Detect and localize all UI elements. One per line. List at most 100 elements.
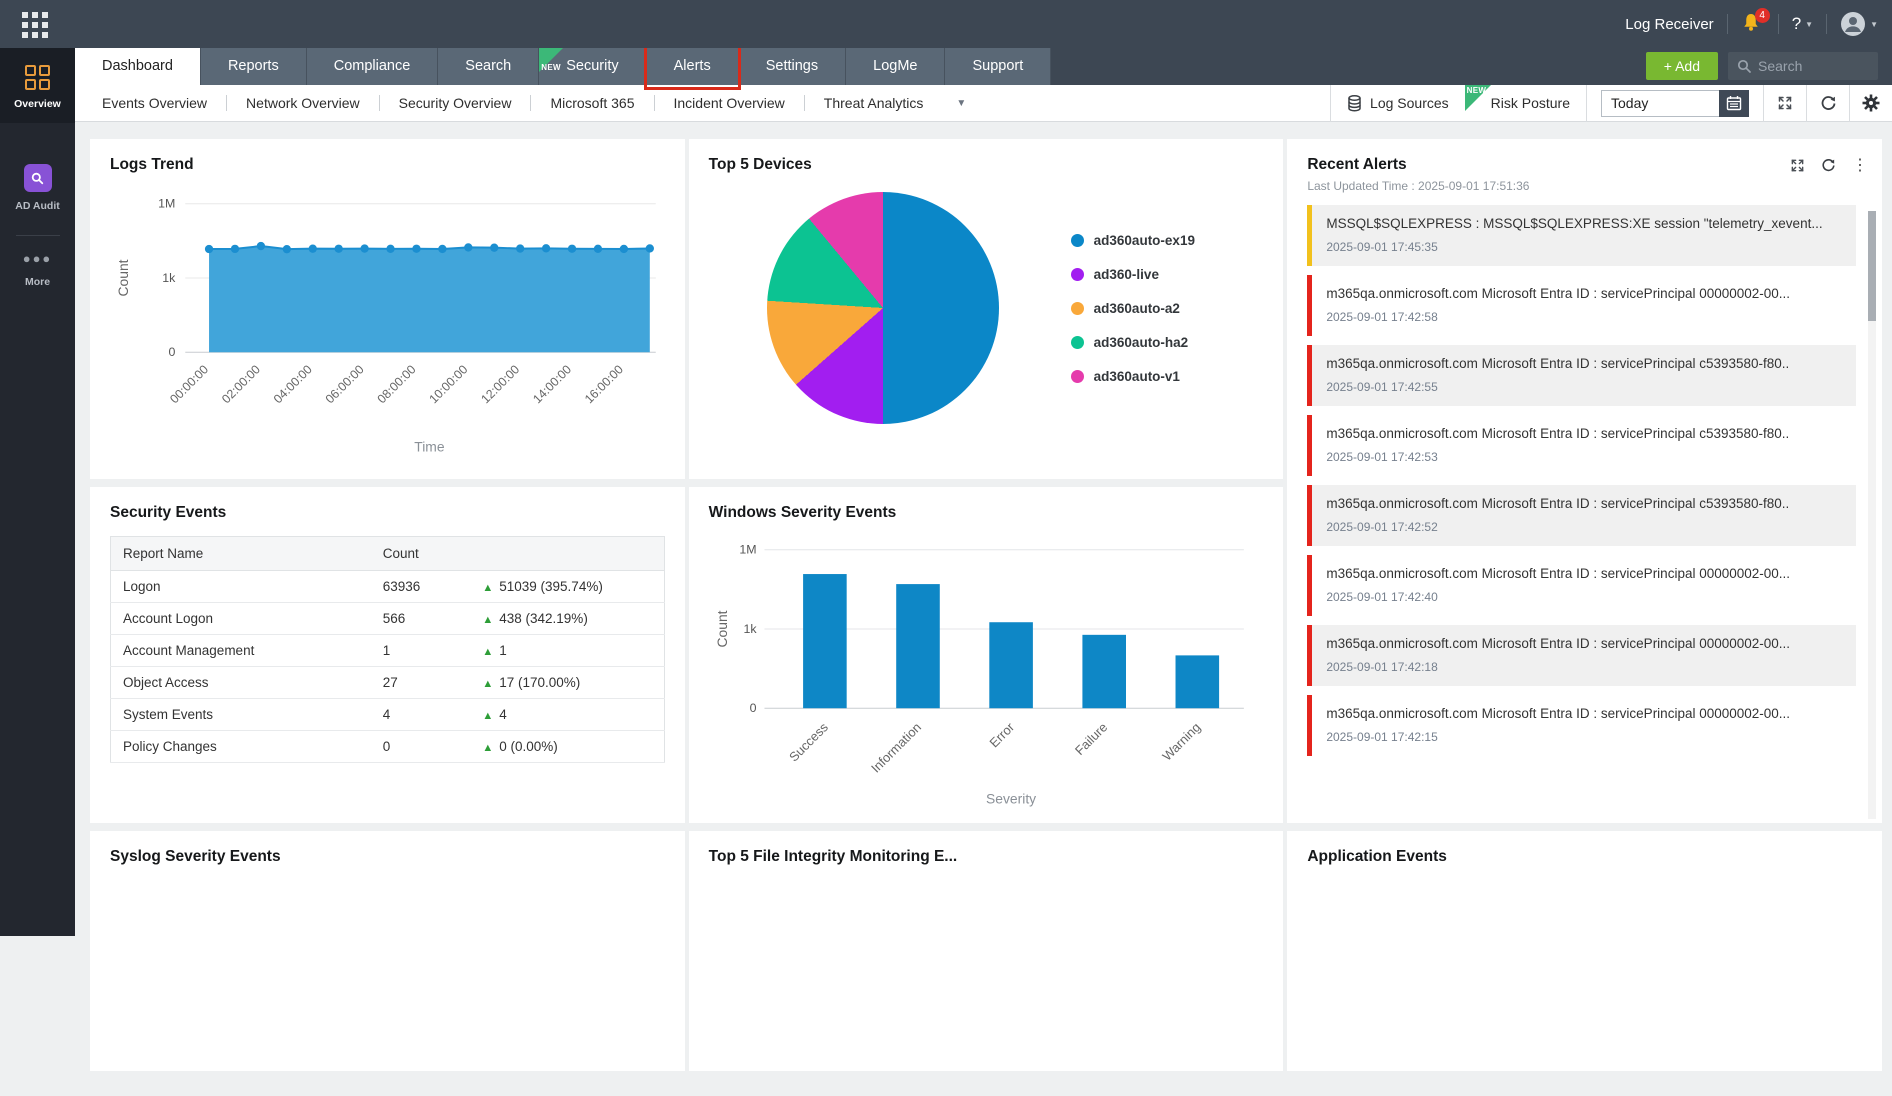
tab-search[interactable]: Search (438, 48, 539, 85)
subtab-microsoft-365[interactable]: Microsoft 365 (531, 85, 653, 122)
alert-item[interactable]: m365qa.onmicrosoft.com Microsoft Entra I… (1307, 625, 1856, 686)
svg-text:1M: 1M (158, 197, 175, 211)
svg-text:1M: 1M (739, 543, 756, 557)
logs-trend-chart[interactable]: 1M1k000:00:0002:00:0004:00:0006:00:0008:… (110, 174, 665, 462)
expand-panel-icon[interactable] (1790, 158, 1805, 173)
search-placeholder: Search (1758, 58, 1802, 74)
panel-title: Syslog Severity Events (110, 848, 665, 866)
table-row[interactable]: Object Access27▲17 (170.00%) (111, 667, 665, 699)
notifications-bell-icon[interactable]: 4 (1741, 12, 1765, 36)
svg-text:04:00:00: 04:00:00 (271, 362, 315, 406)
subtab-network-overview[interactable]: Network Overview (227, 85, 379, 122)
tab-label: Search (465, 58, 511, 74)
risk-posture-label: Risk Posture (1491, 95, 1570, 111)
legend-item[interactable]: ad360auto-ex19 (1071, 233, 1195, 248)
delta-cell: ▲ 17 (170.00%) (470, 667, 664, 699)
sidebar-item-more[interactable]: ●●● More (0, 246, 75, 301)
subtab-threat-analytics[interactable]: Threat Analytics (805, 85, 943, 122)
app-launcher-icon[interactable] (22, 12, 48, 38)
subtab-incident-overview[interactable]: Incident Overview (655, 85, 804, 122)
help-menu[interactable]: ? ▼ (1792, 14, 1813, 34)
trend-up-icon: ▲ (482, 646, 493, 658)
dashboard-subnav: Events OverviewNetwork OverviewSecurity … (75, 85, 1892, 122)
count-cell: 0 (371, 731, 471, 763)
sidebar-item-label: Overview (0, 98, 75, 110)
date-range-select[interactable]: Today (1601, 90, 1719, 117)
legend-label: ad360auto-ha2 (1094, 335, 1189, 350)
search-input[interactable]: Search (1728, 52, 1878, 80)
delta-value: 4 (499, 707, 507, 722)
report-name-cell: System Events (111, 699, 371, 731)
tab-support[interactable]: Support (945, 48, 1051, 85)
alert-message: m365qa.onmicrosoft.com Microsoft Entra I… (1326, 636, 1842, 651)
add-button[interactable]: + Add (1646, 52, 1718, 80)
refresh-button[interactable] (1807, 85, 1849, 122)
settings-gear-button[interactable] (1850, 85, 1892, 122)
subtab-security-overview[interactable]: Security Overview (380, 85, 531, 122)
alert-item[interactable]: m365qa.onmicrosoft.com Microsoft Entra I… (1307, 485, 1856, 546)
alerts-scrollbar[interactable] (1868, 211, 1876, 819)
svg-text:1k: 1k (162, 271, 176, 285)
expand-dashboard-button[interactable] (1764, 85, 1806, 122)
count-cell: 63936 (371, 571, 471, 603)
tab-reports[interactable]: Reports (201, 48, 307, 85)
tab-security[interactable]: SecurityNEW (539, 48, 646, 85)
windows-severity-chart[interactable]: 1M1k0SuccessInformationErrorFailureWarni… (709, 522, 1264, 814)
delta-value: 51039 (395.74%) (499, 579, 603, 594)
legend-item[interactable]: ad360auto-a2 (1071, 301, 1195, 316)
svg-text:16:00:00: 16:00:00 (582, 362, 626, 406)
legend-color-dot (1071, 370, 1084, 383)
delta-cell: ▲51039 (395.74%) (470, 571, 664, 603)
alert-item[interactable]: m365qa.onmicrosoft.com Microsoft Entra I… (1307, 695, 1856, 756)
top-devices-pie-chart[interactable] (767, 192, 999, 424)
more-subtabs-chevron-icon[interactable]: ▼ (942, 98, 980, 109)
user-account-menu[interactable]: ▼ (1840, 11, 1878, 37)
alert-item[interactable]: MSSQL$SQLEXPRESS : MSSQL$SQLEXPRESS:XE s… (1307, 205, 1856, 266)
refresh-panel-icon[interactable] (1821, 158, 1836, 173)
table-row[interactable]: Account Logon566▲438 (342.19%) (111, 603, 665, 635)
sidebar-item-overview[interactable]: Overview (0, 48, 75, 123)
log-receiver-link[interactable]: Log Receiver (1625, 16, 1713, 33)
calendar-button[interactable] (1719, 90, 1749, 117)
table-row[interactable]: Account Management1▲1 (111, 635, 665, 667)
alert-item[interactable]: m365qa.onmicrosoft.com Microsoft Entra I… (1307, 275, 1856, 336)
tab-settings[interactable]: Settings (739, 48, 846, 85)
legend-item[interactable]: ad360auto-v1 (1071, 369, 1195, 384)
delta-cell: ▲0 (0.00%) (470, 731, 664, 763)
tab-logme[interactable]: LogMe (846, 48, 945, 85)
trend-up-icon: ▲ (482, 614, 493, 626)
delta-value: 17 (170.00%) (499, 675, 580, 690)
legend-item[interactable]: ad360-live (1071, 267, 1195, 282)
subtab-events-overview[interactable]: Events Overview (83, 85, 226, 122)
tab-compliance[interactable]: Compliance (307, 48, 439, 85)
risk-posture-button[interactable]: NEW Risk Posture (1465, 85, 1586, 122)
log-sources-button[interactable]: Log Sources (1331, 85, 1465, 122)
kebab-menu-icon[interactable]: ⋮ (1852, 159, 1868, 173)
delta-cell: ▲438 (342.19%) (470, 603, 664, 635)
table-row[interactable]: Policy Changes0▲0 (0.00%) (111, 731, 665, 763)
subnav-tabs: Events OverviewNetwork OverviewSecurity … (75, 85, 980, 122)
alert-item[interactable]: m365qa.onmicrosoft.com Microsoft Entra I… (1307, 555, 1856, 616)
trend-up-icon: ▲ (482, 678, 493, 690)
table-row[interactable]: Logon63936▲51039 (395.74%) (111, 571, 665, 603)
tab-alerts[interactable]: Alerts (647, 48, 739, 85)
svg-text:10:00:00: 10:00:00 (426, 362, 470, 406)
scrollbar-thumb[interactable] (1868, 211, 1876, 321)
tab-dashboard[interactable]: Dashboard (75, 48, 201, 85)
alert-timestamp: 2025-09-01 17:42:55 (1326, 380, 1842, 394)
report-name-cell: Policy Changes (111, 731, 371, 763)
sidebar-item-ad-audit[interactable]: AD Audit (0, 149, 75, 225)
left-sidebar: Overview AD Audit ●●● More (0, 48, 75, 936)
search-icon (1737, 59, 1751, 73)
windows-severity-panel: Windows Severity Events 1M1k0SuccessInfo… (689, 487, 1284, 823)
legend-item[interactable]: ad360auto-ha2 (1071, 335, 1195, 350)
alert-item[interactable]: m365qa.onmicrosoft.com Microsoft Entra I… (1307, 415, 1856, 476)
col-header-count: Count (371, 537, 664, 571)
svg-text:06:00:00: 06:00:00 (323, 362, 367, 406)
alert-item[interactable]: m365qa.onmicrosoft.com Microsoft Entra I… (1307, 345, 1856, 406)
new-ribbon-label: NEW (541, 49, 561, 86)
table-row[interactable]: System Events4▲4 (111, 699, 665, 731)
alert-message: m365qa.onmicrosoft.com Microsoft Entra I… (1326, 496, 1842, 511)
main-nav-bar: DashboardReportsCompliance Search Security… (0, 48, 1892, 85)
application-events-panel: Application Events (1287, 831, 1882, 1071)
